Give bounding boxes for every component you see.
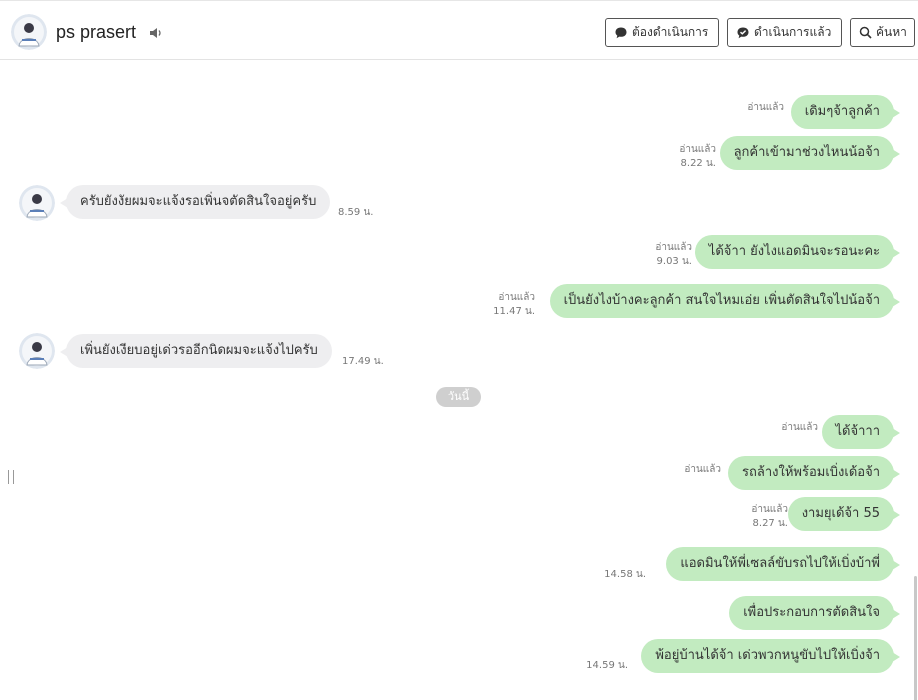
outgoing-message[interactable]: งามยุเด้จ้า 55 — [787, 497, 901, 531]
incoming-message[interactable]: ครับยังงัยผมจะแจ้งรอเพิ่นจตัดสินใจอยู่คร… — [59, 185, 331, 219]
message-text: งามยุเด้จ้า 55 — [801, 506, 880, 521]
message-time: 9.03 น. — [656, 256, 692, 267]
message-meta: อ่านแล้ว — [747, 101, 784, 115]
date-divider: วันนี้ — [436, 387, 481, 407]
read-receipt: อ่านแล้ว — [751, 504, 788, 515]
outgoing-message[interactable]: ลูกค้าเข้ามาช่วงไหนน้อจ้า — [719, 136, 901, 170]
read-receipt: อ่านแล้ว — [684, 464, 721, 475]
message-text: ลูกค้าเข้ามาช่วงไหนน้อจ้า — [733, 145, 880, 160]
message-time: 14.58 น. — [604, 569, 646, 580]
message-time: 8.59 น. — [338, 207, 374, 218]
speaker-icon[interactable] — [148, 25, 164, 41]
message-text: แอดมินให้พี่เซลล์ขับรถไปให้เบิ่งบ้าพี่ — [680, 556, 880, 571]
message-text: รถล้างให้พร้อมเบิ่งเด้อจ้า — [742, 465, 880, 480]
message-time: 17.49 น. — [342, 356, 384, 367]
chat-window: ps prasert ต้องดำเนินการ ดำเนินการแล้ว ค… — [0, 0, 918, 700]
todo-button-label: ต้องดำเนินการ — [632, 25, 709, 39]
outgoing-message[interactable]: รถล้างให้พร้อมเบิ่งเด้อจ้า — [728, 456, 900, 490]
read-receipt: อ่านแล้ว — [679, 144, 716, 155]
message-time: 11.47 น. — [493, 306, 535, 317]
scrollbar-thumb[interactable] — [914, 576, 917, 700]
search-button-label: ค้นหา — [876, 25, 907, 39]
message-time: 8.22 น. — [680, 158, 716, 169]
done-button[interactable]: ดำเนินการแล้ว — [727, 18, 842, 47]
outgoing-message[interactable]: ได้จ้าา ยังไงแอดมินจะรอนะคะ — [694, 235, 901, 269]
message-text: ได้จ้าาา — [835, 424, 881, 439]
message-time: 14.59 น. — [586, 660, 628, 671]
search-icon — [859, 26, 872, 39]
todo-button[interactable]: ต้องดำเนินการ — [605, 18, 719, 47]
contact-avatar[interactable] — [19, 333, 55, 369]
search-button[interactable]: ค้นหา — [850, 18, 915, 47]
outgoing-message[interactable]: ได้จ้าาา — [821, 415, 900, 449]
message-meta: 14.58 น. — [604, 568, 646, 582]
message-meta: อ่านแล้ว — [684, 463, 721, 477]
outgoing-message[interactable]: เดิมๆจ้าลูกค้า — [790, 95, 901, 129]
chat-bubble-icon — [615, 27, 627, 38]
outgoing-message[interactable]: เพื่อประกอบการตัดสินใจ — [729, 596, 900, 630]
outgoing-message[interactable]: แอดมินให้พี่เซลล์ขับรถไปให้เบิ่งบ้าพี่ — [666, 547, 900, 581]
message-text: เพิ่นยังเงียบอยู่เด่วรออีกนิดผมจะแจ้งไปค… — [80, 343, 318, 358]
message-text: เป็นยังไงบ้างคะลูกค้า สนใจไหมเอ่ย เพิ่นต… — [563, 293, 880, 308]
message-meta: 17.49 น. — [342, 355, 384, 369]
contact-avatar[interactable] — [11, 14, 47, 50]
message-meta: อ่านแล้ว 8.27 น. — [751, 503, 788, 531]
chat-header: ps prasert ต้องดำเนินการ ดำเนินการแล้ว ค… — [0, 1, 918, 60]
outgoing-message[interactable]: พ้อยู่บ้านได้จ้า เด่วพวกหนูขับไปให้เบิ่ง… — [641, 639, 900, 673]
message-text: เดิมๆจ้าลูกค้า — [804, 104, 880, 119]
resize-handle[interactable] — [8, 470, 14, 484]
message-meta: 14.59 น. — [586, 659, 628, 673]
message-text: ได้จ้าา ยังไงแอดมินจะรอนะคะ — [708, 244, 880, 259]
read-receipt: อ่านแล้ว — [498, 292, 535, 303]
message-meta: อ่านแล้ว — [781, 421, 818, 435]
contact-avatar[interactable] — [19, 185, 55, 221]
message-meta: 8.59 น. — [338, 206, 373, 220]
incoming-message[interactable]: เพิ่นยังเงียบอยู่เด่วรออีกนิดผมจะแจ้งไปค… — [60, 334, 332, 368]
check-chat-icon — [737, 27, 749, 38]
read-receipt: อ่านแล้ว — [655, 242, 692, 253]
outgoing-message[interactable]: เป็นยังไงบ้างคะลูกค้า สนใจไหมเอ่ย เพิ่นต… — [549, 284, 901, 318]
message-time: 8.27 น. — [752, 518, 788, 529]
message-text: พ้อยู่บ้านได้จ้า เด่วพวกหนูขับไปให้เบิ่ง… — [655, 648, 880, 663]
message-text: ครับยังงัยผมจะแจ้งรอเพิ่นจตัดสินใจอยู่คร… — [80, 194, 317, 209]
message-meta: อ่านแล้ว 9.03 น. — [655, 241, 692, 269]
message-meta: อ่านแล้ว 8.22 น. — [679, 143, 716, 171]
read-receipt: อ่านแล้ว — [781, 422, 818, 433]
message-meta: อ่านแล้ว 11.47 น. — [493, 291, 535, 319]
done-button-label: ดำเนินการแล้ว — [754, 25, 832, 39]
message-text: เพื่อประกอบการตัดสินใจ — [743, 605, 880, 620]
message-list[interactable]: อ่านแล้ว เดิมๆจ้าลูกค้า อ่านแล้ว 8.22 น.… — [0, 61, 918, 700]
contact-name: ps prasert — [56, 22, 137, 42]
read-receipt: อ่านแล้ว — [747, 102, 784, 113]
